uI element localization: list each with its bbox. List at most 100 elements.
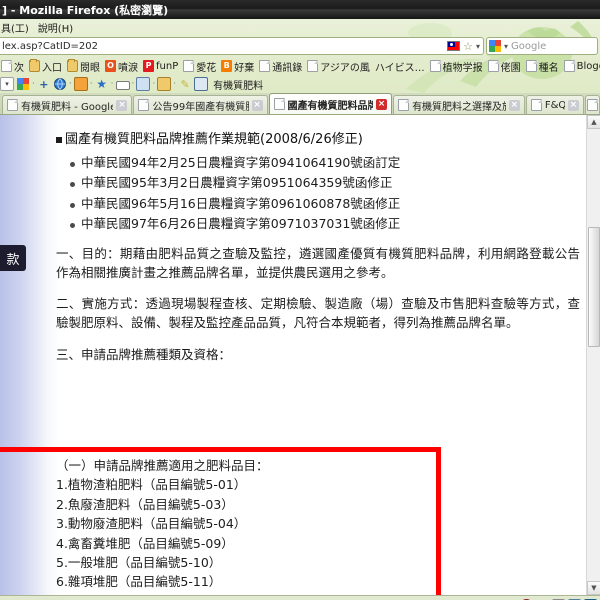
tab-strip: 有機質肥料 - Google 搜尋 × 公告99年國產有機質肥料… × 國產有機…	[0, 93, 600, 115]
addonbar-label: 有機質肥料	[213, 80, 264, 92]
page-icon	[398, 99, 410, 111]
url-text[interactable]: lex.asp?CatID=202	[2, 41, 98, 52]
menu-bar: 具(工) 說明(H)	[0, 19, 600, 35]
page-icon	[259, 60, 271, 72]
document-content: 國產有機質肥料品牌推薦作業規範(2008/6/26修正) 中華民國94年2月25…	[56, 115, 586, 595]
vertical-scrollbar[interactable]: ▲ ▼	[586, 115, 600, 595]
translate-icon[interactable]	[73, 77, 88, 91]
google-icon[interactable]	[16, 77, 30, 91]
url-bar[interactable]: lex.asp?CatID=202 ☆ ▾	[0, 37, 484, 55]
upload-icon[interactable]	[157, 77, 172, 91]
menu-item-help[interactable]: 說明(H)	[38, 20, 73, 35]
notebook-icon[interactable]	[194, 77, 209, 91]
browser-chrome: 具(工) 說明(H) lex.asp?CatID=202 ☆ ▾ ▾ Googl…	[0, 19, 600, 93]
navigation-bar: lex.asp?CatID=202 ☆ ▾ ▾ Google	[0, 35, 600, 57]
bookmark-label: 次	[14, 62, 24, 74]
bookmark-item[interactable]: 入口	[28, 59, 63, 74]
menu-item-tools[interactable]: 具(工)	[1, 20, 29, 35]
page-icon	[530, 99, 542, 111]
bookmark-item[interactable]: Bloggang.com : appen…	[563, 60, 600, 72]
list-item: 6.雜項堆肥（品目編號5-11）	[56, 574, 222, 590]
list-item: 7.混合有機質肥料（品目編號5-12）	[56, 592, 486, 595]
addon-toolbar: ▾ · + · · ★ · · · · ✎ 有機質肥料	[0, 75, 600, 93]
bookmarks-toolbar: 次 入口 閱眼 O 噴淚 P funP 愛花 B 好棄 通訊錄 アジアの風 ハイ…	[0, 57, 600, 75]
new-tab-button[interactable]	[584, 95, 600, 114]
bookmark-item[interactable]: 佬園	[487, 59, 522, 74]
page-icon	[273, 98, 285, 110]
paragraph-method: 二、實施方式：透過現場製程查核、定期檢驗、製造廠（場）查驗及市售肥料查驗等方式，…	[56, 295, 580, 331]
close-icon[interactable]: ×	[116, 99, 128, 111]
tab-label: 國產有機質肥料品牌推…	[287, 100, 374, 112]
page-icon	[525, 60, 537, 72]
bookmark-item[interactable]: O 噴淚	[104, 59, 139, 74]
close-icon[interactable]: ×	[376, 98, 388, 110]
revision-text: 中華民國95年3月2日農糧資字第0951064359號函修正	[81, 175, 393, 191]
taiwan-flag-icon[interactable]	[447, 41, 461, 51]
folder-icon	[67, 59, 78, 72]
page-icon	[487, 60, 499, 72]
bookmark-item[interactable]: ハイビス…	[374, 59, 426, 74]
tab-google-search[interactable]: 有機質肥料 - Google 搜尋 ×	[2, 95, 133, 114]
page-icon	[7, 99, 18, 111]
revision-text: 中華民國96年5月16日農糧資字第0961060878號函修正	[81, 195, 401, 211]
chevron-down-icon[interactable]: ▾	[476, 42, 480, 51]
toolbar-separator: ·	[32, 79, 35, 89]
bookmark-label: 愛花	[196, 62, 217, 74]
bookmark-item[interactable]: B 好棄	[220, 59, 255, 74]
chevron-down-icon[interactable]: ▾	[0, 77, 14, 91]
folder-icon	[29, 59, 40, 72]
toolbar-separator: ·	[110, 79, 114, 89]
bookmark-item[interactable]: 愛花	[182, 59, 217, 74]
bookmark-label: 閱眼	[80, 62, 100, 74]
bookmark-item[interactable]: 種名	[525, 59, 560, 74]
search-box[interactable]: ▾ Google	[486, 37, 598, 55]
window-icon[interactable]	[115, 81, 130, 90]
toolbar-separator: ·	[68, 79, 72, 89]
page-title-text: 國產有機質肥料品牌推薦作業規範(2008/6/26修正)	[65, 132, 363, 147]
form-icon[interactable]	[136, 77, 151, 91]
globe-icon[interactable]	[53, 77, 67, 91]
tab-faq[interactable]: F&Q ×	[525, 95, 584, 114]
search-input[interactable]: Google	[511, 41, 546, 52]
status-bar: ◣ ✖	[0, 595, 600, 600]
bookmark-label: 入口	[42, 62, 62, 74]
bookmark-item[interactable]: 通訊錄	[258, 59, 303, 74]
search-engine-chevron-icon[interactable]: ▾	[504, 42, 508, 51]
list-item: 3.動物廢渣肥料（品目編號5-04）	[56, 516, 247, 532]
scroll-up-icon[interactable]: ▲	[587, 115, 600, 129]
tab-announcement-99[interactable]: 公告99年國產有機質肥料… ×	[133, 95, 268, 114]
tab-label: 有機質肥料之選擇及施用…	[412, 101, 506, 113]
bookmark-label: 種名	[538, 62, 559, 74]
bookmark-item[interactable]: P funP	[142, 60, 179, 72]
close-icon[interactable]: ×	[567, 99, 579, 111]
bookmark-item[interactable]: 次	[0, 59, 25, 74]
bookmark-item[interactable]: アジアの風	[306, 59, 371, 74]
round-bullet-icon	[70, 222, 75, 228]
page-icon	[183, 60, 195, 72]
page-icon	[429, 60, 441, 72]
tab-brand-recommendation[interactable]: 國產有機質肥料品牌推… ×	[268, 93, 393, 114]
highlight-intro: （一）申請品牌推薦適用之肥料品目：	[56, 458, 269, 473]
tab-selection-and-use[interactable]: 有機質肥料之選擇及施用… ×	[393, 95, 525, 114]
sidebar-rail-tab[interactable]: 款	[0, 245, 26, 271]
scrollbar-thumb[interactable]	[588, 227, 600, 347]
plus-icon[interactable]: +	[37, 77, 51, 91]
star-icon[interactable]: ★	[95, 77, 109, 91]
list-item: 中華民國95年3月2日農糧資字第0951064359號函修正	[70, 173, 580, 193]
bookmark-item[interactable]: 植物学报	[429, 59, 484, 74]
pencil-icon[interactable]: ✎	[178, 77, 192, 91]
page-icon	[307, 60, 319, 72]
close-icon[interactable]: ×	[251, 99, 263, 111]
list-item: 4.禽畜糞堆肥（品目編號5-09）	[56, 535, 234, 551]
bookmark-label: 通訊錄	[272, 62, 303, 74]
bookmark-label: 噴淚	[118, 62, 138, 74]
page-icon	[138, 99, 150, 111]
page-viewport: 款 國產有機質肥料品牌推薦作業規範(2008/6/26修正) 中華民國94年2月…	[0, 115, 600, 595]
highlighted-fertilizer-list: （一）申請品牌推薦適用之肥料品目： 1.植物渣粕肥料（品目編號5-01） 2.魚…	[56, 456, 486, 595]
bookmark-item[interactable]: 閱眼	[66, 59, 101, 74]
scroll-down-icon[interactable]: ▼	[587, 581, 600, 595]
close-icon[interactable]: ×	[508, 99, 520, 111]
toolbar-separator: ·	[152, 79, 156, 89]
star-icon[interactable]: ☆	[463, 41, 473, 52]
window-title: ] - Mozilla Firefox (私密瀏覽)	[2, 3, 169, 17]
